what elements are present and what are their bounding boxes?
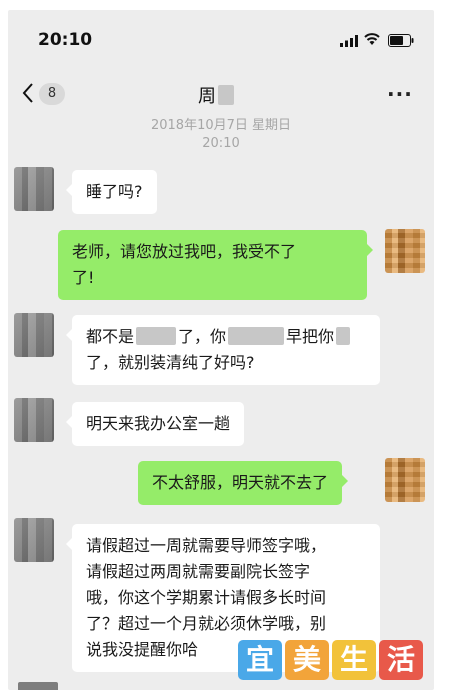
message-text: 不太舒服，明天就不去了 <box>152 473 329 492</box>
message-text: 了？超过一个月就必须休学哦，别 <box>86 614 327 633</box>
contact-avatar-partial <box>18 682 58 690</box>
watermark-char: 生 <box>332 640 376 680</box>
chat-time: 20:10 <box>202 136 240 151</box>
watermark-logo: 宜 美 生 活 <box>238 640 423 680</box>
unread-badge[interactable]: 8 <box>39 83 65 105</box>
signal-icon <box>340 35 358 47</box>
message-text: 老师，请您放过我吧，我受不了 <box>72 242 297 261</box>
message-bubble-outgoing[interactable]: 不太舒服，明天就不去了 <box>138 461 349 505</box>
back-icon[interactable] <box>22 83 34 103</box>
message-bubble-outgoing[interactable]: 老师，请您放过我吧，我受不了 了! <box>58 230 373 300</box>
message-text: 都不是 了，你 早把你 <box>86 324 366 350</box>
message-bubble-incoming[interactable]: 都不是 了，你 早把你 了，就别装清纯了好吗? <box>66 315 380 385</box>
contact-name: 周 <box>198 86 216 107</box>
wifi-icon <box>364 33 380 45</box>
message-text: 哦，你这个学期累计请假多长时间 <box>86 588 327 607</box>
chat-date: 2018年10月7日 星期日 <box>150 118 292 133</box>
message-text: 睡了吗? <box>86 182 143 201</box>
my-avatar[interactable] <box>385 458 425 502</box>
status-time: 20:10 <box>38 30 93 50</box>
chat-title: 周 <box>198 81 234 109</box>
message-bubble-incoming[interactable]: 睡了吗? <box>66 170 157 214</box>
message-text: 请假超过一周就需要导师签字哦， <box>86 536 327 555</box>
watermark-char: 美 <box>285 640 329 680</box>
message-text: 请假超过两周就需要副院长签字 <box>86 562 311 581</box>
name-redaction <box>218 85 234 105</box>
text-redaction <box>336 327 351 345</box>
message-text: 了，就别装清纯了好吗? <box>86 353 255 372</box>
contact-avatar[interactable] <box>14 518 54 562</box>
contact-avatar[interactable] <box>14 167 54 211</box>
more-icon[interactable]: ··· <box>387 82 413 106</box>
my-avatar[interactable] <box>385 229 425 273</box>
chat-nav-bar: 8 周 ··· <box>8 62 434 112</box>
chat-screen: 20:10 8 周 ··· 2018年10月7日 星期日 20:10 睡了吗? … <box>8 10 434 690</box>
message-text: 了! <box>72 268 95 287</box>
message-fragment: 了，你 <box>178 327 227 346</box>
contact-avatar[interactable] <box>14 313 54 357</box>
contact-avatar[interactable] <box>14 398 54 442</box>
message-bubble-incoming[interactable]: 明天来我办公室一趟 <box>65 402 245 446</box>
message-text: 明天来我办公室一趟 <box>86 414 231 433</box>
status-bar: 20:10 <box>8 10 434 62</box>
battery-icon <box>388 34 414 47</box>
watermark-char: 宜 <box>238 640 282 680</box>
watermark-char: 活 <box>379 640 423 680</box>
message-fragment: 都不是 <box>86 327 135 346</box>
message-fragment: 早把你 <box>286 327 335 346</box>
text-redaction <box>228 327 285 345</box>
text-redaction <box>136 327 177 345</box>
